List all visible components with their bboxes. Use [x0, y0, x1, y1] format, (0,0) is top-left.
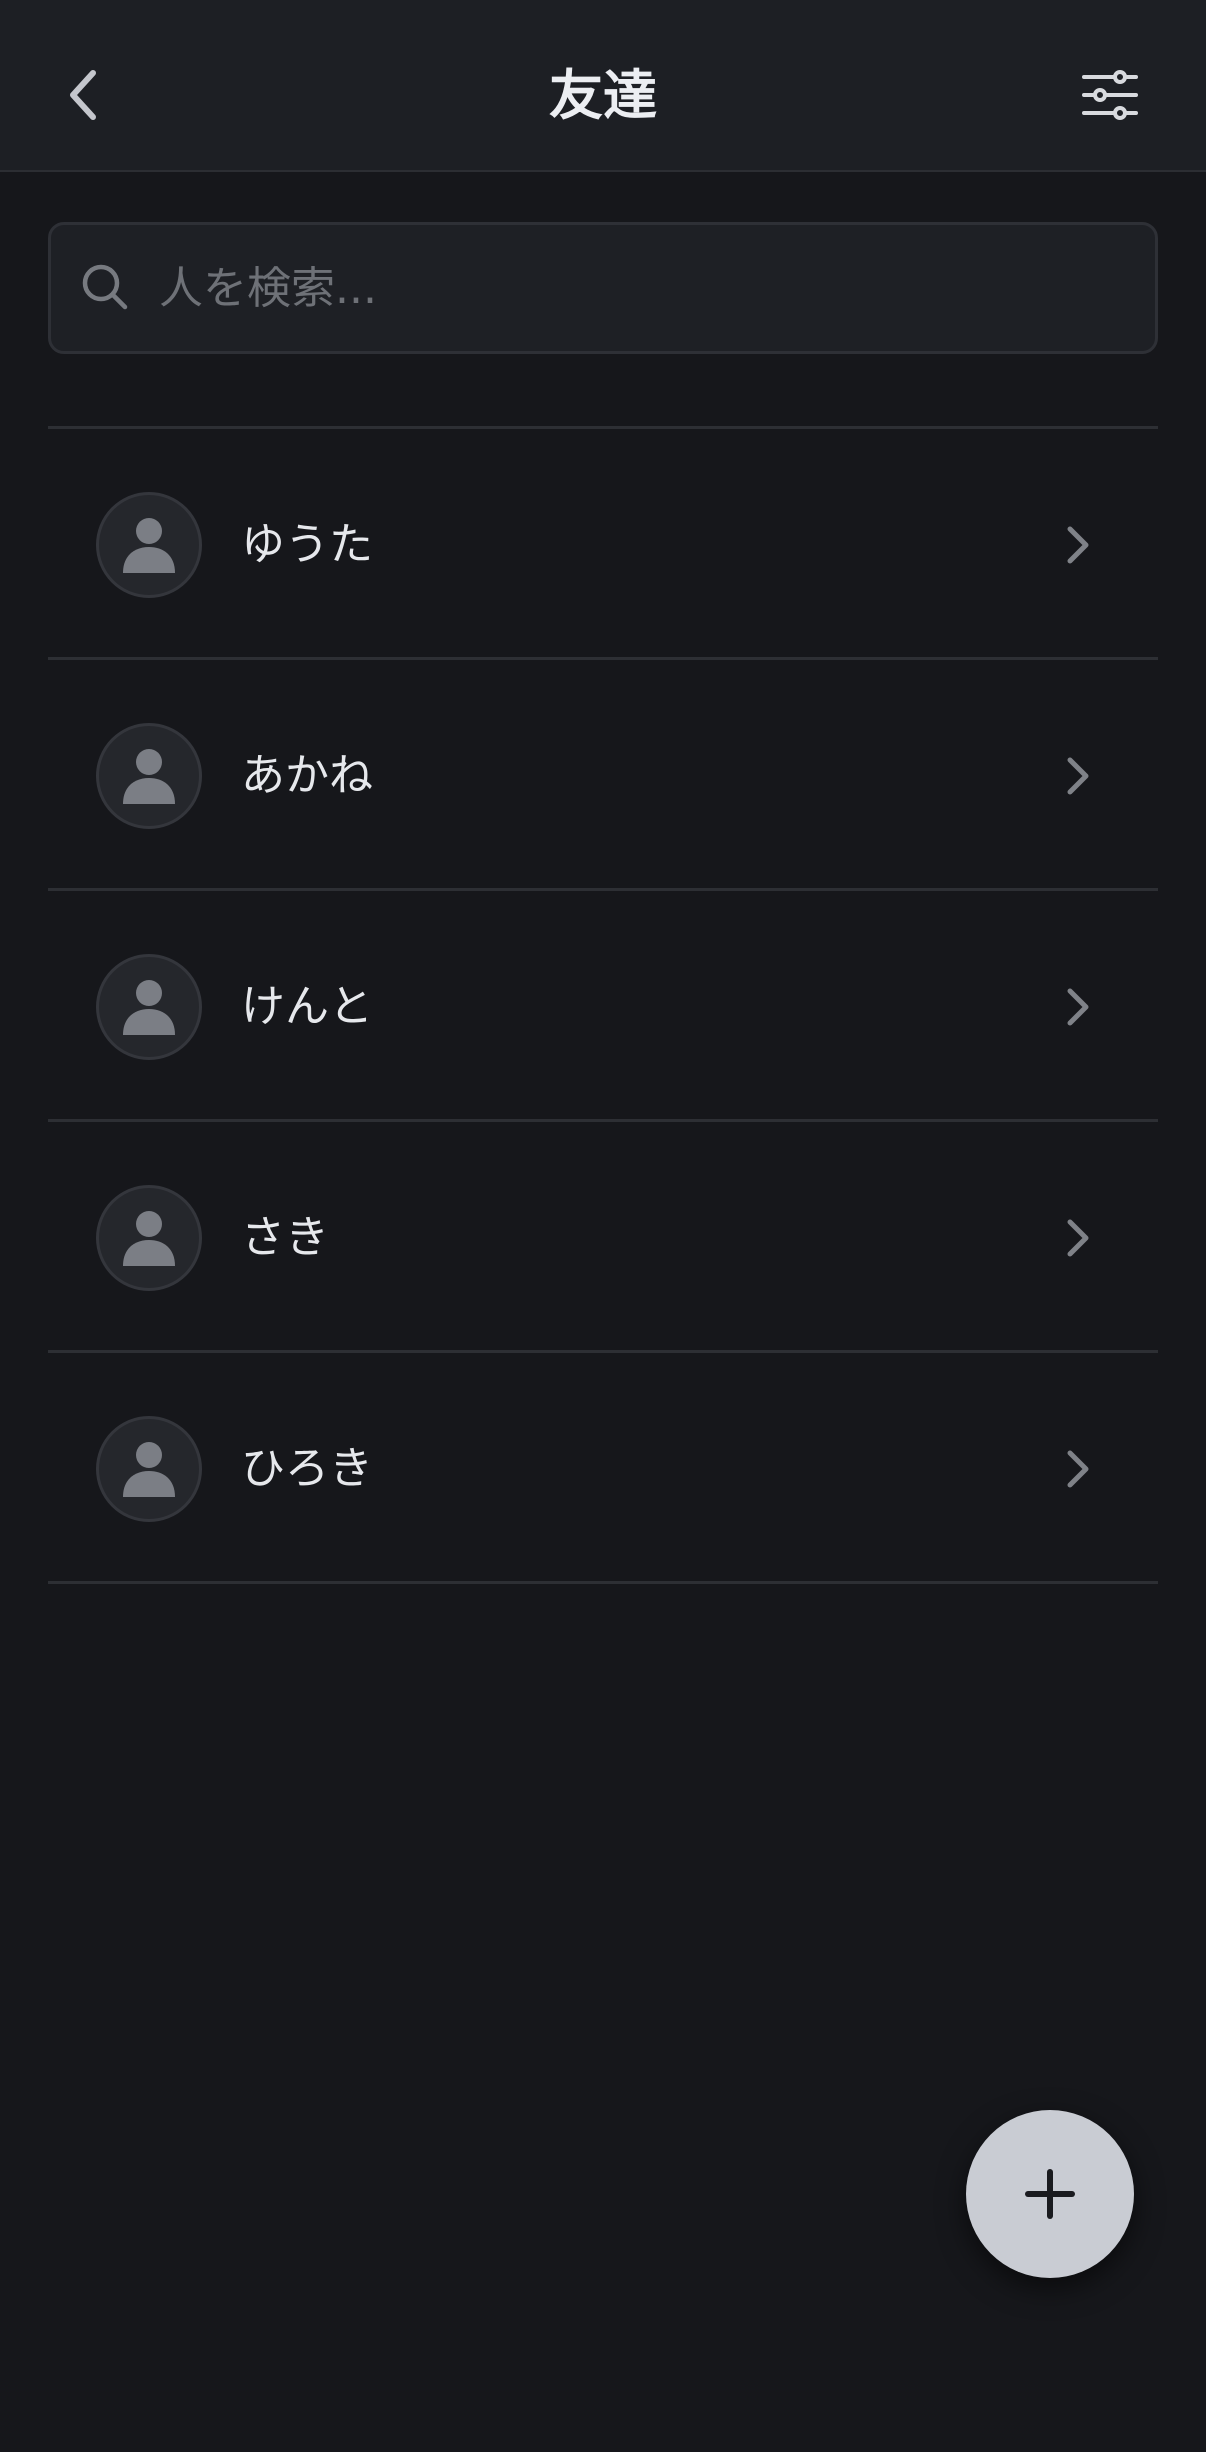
page-title: 友達 [549, 64, 657, 127]
sliders-icon [1082, 70, 1138, 120]
person-icon [123, 980, 175, 1035]
friend-list-item[interactable]: ひろき [48, 1353, 1158, 1584]
chevron-right-icon [1067, 1450, 1089, 1488]
chevron-right-icon [1067, 1219, 1089, 1257]
friends-screen: 友達 人を検索... ゆうた あかね けんと さき ひろき [0, 0, 1206, 2452]
friend-list-item[interactable]: さき [48, 1122, 1158, 1353]
friend-list-item[interactable]: あかね [48, 660, 1158, 891]
friend-name: さき [241, 1212, 329, 1263]
friend-list: ゆうた あかね けんと さき ひろき [48, 426, 1158, 1584]
friend-list-item[interactable]: けんと [48, 891, 1158, 1122]
person-icon [123, 518, 175, 573]
person-icon [123, 1211, 175, 1266]
friend-name: あかね [241, 750, 373, 801]
chevron-right-icon [1067, 526, 1089, 564]
chevron-right-icon [1067, 757, 1089, 795]
person-icon [123, 1442, 175, 1497]
search-input[interactable] [143, 225, 1123, 351]
friend-name: ゆうた [241, 519, 373, 570]
search-icon [82, 264, 128, 310]
plus-icon [1025, 2169, 1075, 2219]
friend-name: けんと [241, 981, 373, 1032]
add-friend-button[interactable] [966, 2110, 1134, 2278]
avatar [96, 954, 202, 1060]
person-icon [123, 749, 175, 804]
filter-button[interactable] [1070, 60, 1150, 130]
avatar [96, 492, 202, 598]
avatar [96, 1416, 202, 1522]
chevron-right-icon [1067, 988, 1089, 1026]
app-header: 友達 [0, 0, 1206, 172]
search-box[interactable] [48, 222, 1158, 354]
avatar [96, 1185, 202, 1291]
friend-list-item[interactable]: ゆうた [48, 429, 1158, 660]
avatar [96, 723, 202, 829]
friend-name: ひろき [241, 1443, 373, 1494]
